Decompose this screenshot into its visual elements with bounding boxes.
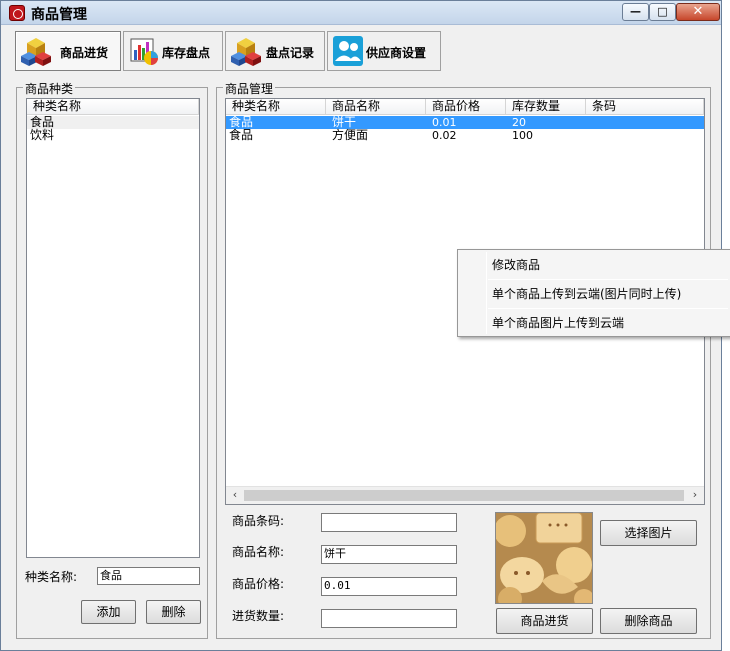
scroll-left-icon[interactable]: ‹ — [228, 488, 242, 502]
scroll-right-icon[interactable]: › — [688, 488, 702, 502]
cell-category: 食品 — [229, 128, 254, 142]
tab-label: 供应商设置 — [366, 46, 427, 60]
tab-label: 库存盘点 — [162, 46, 211, 60]
category-group: 商品种类 种类名称 食品 饮料 种类名称: 食品 添加 删除 — [16, 80, 208, 639]
category-group-title: 商品种类 — [23, 80, 76, 97]
menu-item-edit-product[interactable]: 修改商品 — [460, 251, 730, 279]
menu-item-upload-product[interactable]: 单个商品上传到云端(图片同时上传) — [460, 280, 730, 308]
window-title: 商品管理 — [31, 7, 87, 23]
tab-label: 盘点记录 — [266, 46, 315, 60]
barcode-label: 商品条码: — [232, 514, 285, 528]
cubes-icon — [21, 38, 51, 66]
cubes-icon — [231, 38, 261, 66]
app-icon — [9, 5, 25, 21]
close-icon: ✕ — [692, 4, 704, 19]
cell-price: 0.01 — [432, 116, 457, 129]
tab-stock-in[interactable]: 商品进货 — [15, 31, 121, 71]
quantity-label: 进货数量: — [232, 609, 285, 623]
column-header-name[interactable]: 商品名称 — [326, 99, 426, 115]
minimize-icon: — — [630, 5, 641, 18]
tab-inventory-check[interactable]: 库存盘点 — [123, 31, 223, 71]
title-bar[interactable]: 商品管理 — □ ✕ — [1, 1, 721, 25]
quantity-input[interactable] — [321, 609, 457, 628]
maximize-icon: □ — [657, 5, 668, 18]
product-price-input[interactable]: 0.01 — [321, 577, 457, 596]
category-list[interactable]: 种类名称 食品 饮料 — [26, 98, 200, 558]
table-row[interactable]: 食品 饼干 0.01 20 — [226, 116, 704, 129]
delete-product-button[interactable]: 删除商品 — [600, 608, 697, 634]
cell-name: 方便面 — [332, 128, 369, 142]
column-header-stock[interactable]: 库存数量 — [506, 99, 586, 115]
select-image-button[interactable]: 选择图片 — [600, 520, 697, 546]
main-window: 商品管理 — □ ✕ 商品进货 库存盘点 盘点记录 供应商设置 商品种类 种类名… — [0, 0, 730, 651]
product-name-input[interactable]: 饼干 — [321, 545, 457, 564]
tab-check-records[interactable]: 盘点记录 — [225, 31, 325, 71]
category-name-input[interactable]: 食品 — [97, 567, 200, 585]
minimize-button[interactable]: — — [622, 3, 649, 21]
horizontal-scrollbar[interactable]: ‹ › — [226, 486, 704, 504]
product-name-label: 商品名称: — [232, 545, 285, 559]
table-row[interactable]: 食品 方便面 0.02 100 — [226, 128, 704, 143]
product-group: 商品管理 种类名称 商品名称 商品价格 库存数量 条码 食品 饼干 0.01 2… — [216, 80, 711, 639]
users-icon — [333, 36, 363, 66]
close-button[interactable]: ✕ — [676, 3, 720, 21]
tab-supplier-settings[interactable]: 供应商设置 — [327, 31, 441, 71]
product-image — [495, 512, 593, 604]
product-group-title: 商品管理 — [223, 80, 276, 97]
column-header-category[interactable]: 种类名称 — [226, 99, 326, 115]
scrollbar-thumb[interactable] — [244, 490, 684, 501]
barcode-input[interactable] — [321, 513, 457, 532]
cell-price: 0.02 — [432, 129, 457, 142]
category-column-header[interactable]: 种类名称 — [27, 99, 199, 115]
tab-label: 商品进货 — [60, 46, 109, 60]
chart-icon — [130, 38, 158, 65]
list-item[interactable]: 饮料 — [27, 129, 199, 142]
menu-item-upload-image[interactable]: 单个商品图片上传到云端 — [460, 309, 730, 337]
toolbar: 商品进货 库存盘点 盘点记录 供应商设置 — [15, 31, 441, 71]
stock-in-button[interactable]: 商品进货 — [496, 608, 593, 634]
add-category-button[interactable]: 添加 — [81, 600, 136, 624]
cell-stock: 20 — [512, 116, 526, 129]
delete-category-button[interactable]: 删除 — [146, 600, 201, 624]
category-name-label: 种类名称: — [25, 570, 78, 584]
cell-stock: 100 — [512, 129, 533, 142]
product-price-label: 商品价格: — [232, 577, 285, 591]
column-header-barcode[interactable]: 条码 — [586, 99, 704, 115]
biscuit-image — [496, 513, 592, 603]
category-name: 饮料 — [30, 128, 55, 142]
context-menu: 修改商品 单个商品上传到云端(图片同时上传) 单个商品图片上传到云端 — [457, 249, 730, 337]
maximize-button[interactable]: □ — [649, 3, 676, 21]
column-header-price[interactable]: 商品价格 — [426, 99, 506, 115]
